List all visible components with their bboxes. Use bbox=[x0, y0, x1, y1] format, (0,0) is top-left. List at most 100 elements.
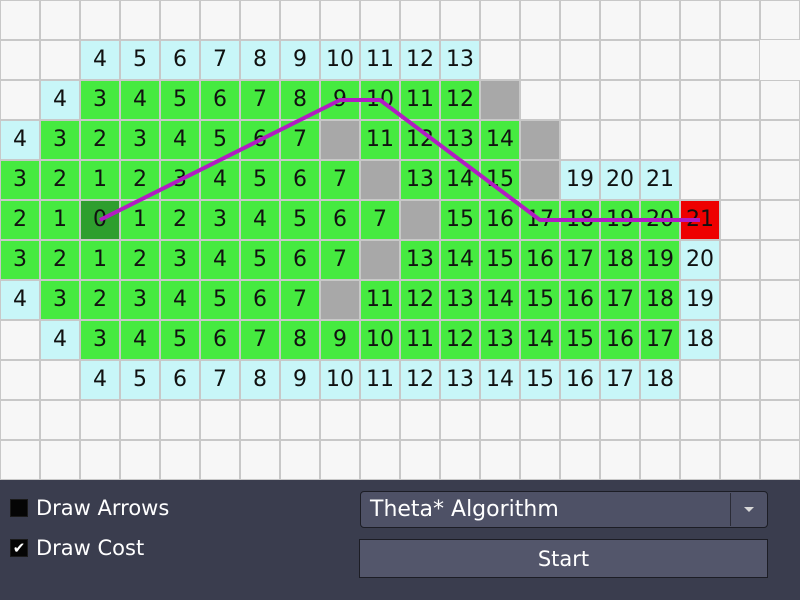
visited-cell[interactable]: 3 bbox=[120, 120, 160, 160]
empty-cell[interactable] bbox=[560, 0, 600, 40]
visited-cell[interactable]: 14 bbox=[520, 320, 560, 360]
empty-cell[interactable] bbox=[0, 0, 40, 40]
visited-cell[interactable]: 2 bbox=[40, 240, 80, 280]
empty-cell[interactable] bbox=[760, 80, 800, 120]
empty-cell[interactable] bbox=[640, 440, 680, 480]
visited-cell[interactable]: 15 bbox=[480, 160, 520, 200]
frontier-cell[interactable]: 4 bbox=[40, 320, 80, 360]
frontier-cell[interactable]: 5 bbox=[120, 40, 160, 80]
start-button[interactable]: Start bbox=[359, 539, 768, 578]
empty-cell[interactable] bbox=[400, 400, 440, 440]
empty-cell[interactable] bbox=[760, 200, 800, 240]
visited-cell[interactable]: 11 bbox=[400, 80, 440, 120]
visited-cell[interactable]: 11 bbox=[360, 280, 400, 320]
wall-cell[interactable] bbox=[320, 280, 360, 320]
visited-cell[interactable]: 11 bbox=[360, 120, 400, 160]
start-cell[interactable]: 0 bbox=[80, 200, 120, 240]
visited-cell[interactable]: 12 bbox=[400, 280, 440, 320]
frontier-cell[interactable]: 15 bbox=[520, 360, 560, 400]
empty-cell[interactable] bbox=[400, 440, 440, 480]
empty-cell[interactable] bbox=[720, 40, 760, 80]
visited-cell[interactable]: 1 bbox=[80, 240, 120, 280]
visited-cell[interactable]: 2 bbox=[120, 160, 160, 200]
empty-cell[interactable] bbox=[280, 400, 320, 440]
empty-cell[interactable] bbox=[640, 80, 680, 120]
visited-cell[interactable]: 8 bbox=[280, 320, 320, 360]
visited-cell[interactable]: 3 bbox=[80, 320, 120, 360]
wall-cell[interactable] bbox=[520, 120, 560, 160]
empty-cell[interactable] bbox=[80, 440, 120, 480]
visited-cell[interactable]: 2 bbox=[120, 240, 160, 280]
empty-cell[interactable] bbox=[600, 120, 640, 160]
visited-cell[interactable]: 3 bbox=[120, 280, 160, 320]
visited-cell[interactable]: 11 bbox=[400, 320, 440, 360]
visited-cell[interactable]: 1 bbox=[40, 200, 80, 240]
visited-cell[interactable]: 9 bbox=[320, 320, 360, 360]
visited-cell[interactable]: 18 bbox=[560, 200, 600, 240]
draw-arrows-toggle[interactable]: Draw Arrows bbox=[10, 496, 169, 520]
visited-cell[interactable]: 1 bbox=[80, 160, 120, 200]
wall-cell[interactable] bbox=[520, 160, 560, 200]
visited-cell[interactable]: 14 bbox=[440, 240, 480, 280]
wall-cell[interactable] bbox=[360, 160, 400, 200]
visited-cell[interactable]: 4 bbox=[200, 240, 240, 280]
frontier-cell[interactable]: 9 bbox=[280, 40, 320, 80]
empty-cell[interactable] bbox=[480, 400, 520, 440]
empty-cell[interactable] bbox=[680, 160, 720, 200]
visited-cell[interactable]: 15 bbox=[480, 240, 520, 280]
empty-cell[interactable] bbox=[760, 320, 800, 360]
empty-cell[interactable] bbox=[520, 400, 560, 440]
frontier-cell[interactable]: 7 bbox=[200, 40, 240, 80]
empty-cell[interactable] bbox=[640, 0, 680, 40]
frontier-cell[interactable]: 19 bbox=[680, 280, 720, 320]
visited-cell[interactable]: 7 bbox=[240, 80, 280, 120]
empty-cell[interactable] bbox=[760, 0, 800, 40]
visited-cell[interactable]: 16 bbox=[480, 200, 520, 240]
visited-cell[interactable]: 6 bbox=[240, 280, 280, 320]
empty-cell[interactable] bbox=[640, 40, 680, 80]
visited-cell[interactable]: 16 bbox=[600, 320, 640, 360]
empty-cell[interactable] bbox=[360, 400, 400, 440]
frontier-cell[interactable]: 14 bbox=[480, 360, 520, 400]
empty-cell[interactable] bbox=[600, 40, 640, 80]
empty-cell[interactable] bbox=[720, 240, 760, 280]
frontier-cell[interactable]: 13 bbox=[440, 360, 480, 400]
draw-arrows-checkbox[interactable] bbox=[10, 499, 28, 517]
empty-cell[interactable] bbox=[40, 40, 80, 80]
frontier-cell[interactable]: 6 bbox=[160, 40, 200, 80]
visited-cell[interactable]: 5 bbox=[280, 200, 320, 240]
visited-cell[interactable]: 4 bbox=[200, 160, 240, 200]
empty-cell[interactable] bbox=[680, 360, 720, 400]
visited-cell[interactable]: 17 bbox=[640, 320, 680, 360]
empty-cell[interactable] bbox=[560, 40, 600, 80]
empty-cell[interactable] bbox=[280, 440, 320, 480]
empty-cell[interactable] bbox=[0, 400, 40, 440]
frontier-cell[interactable]: 21 bbox=[640, 160, 680, 200]
empty-cell[interactable] bbox=[680, 40, 720, 80]
empty-cell[interactable] bbox=[720, 80, 760, 120]
visited-cell[interactable]: 10 bbox=[360, 80, 400, 120]
visited-cell[interactable]: 5 bbox=[240, 240, 280, 280]
visited-cell[interactable]: 5 bbox=[200, 280, 240, 320]
empty-cell[interactable] bbox=[720, 360, 760, 400]
empty-cell[interactable] bbox=[560, 440, 600, 480]
visited-cell[interactable]: 6 bbox=[280, 160, 320, 200]
empty-cell[interactable] bbox=[720, 160, 760, 200]
empty-cell[interactable] bbox=[720, 0, 760, 40]
visited-cell[interactable]: 15 bbox=[440, 200, 480, 240]
empty-cell[interactable] bbox=[200, 440, 240, 480]
empty-cell[interactable] bbox=[520, 440, 560, 480]
empty-cell[interactable] bbox=[480, 40, 520, 80]
visited-cell[interactable]: 15 bbox=[520, 280, 560, 320]
visited-cell[interactable]: 8 bbox=[280, 80, 320, 120]
empty-cell[interactable] bbox=[520, 0, 560, 40]
frontier-cell[interactable]: 4 bbox=[80, 360, 120, 400]
frontier-cell[interactable]: 4 bbox=[0, 280, 40, 320]
visited-cell[interactable]: 10 bbox=[360, 320, 400, 360]
empty-cell[interactable] bbox=[680, 80, 720, 120]
wall-cell[interactable] bbox=[400, 200, 440, 240]
empty-cell[interactable] bbox=[680, 0, 720, 40]
visited-cell[interactable]: 2 bbox=[160, 200, 200, 240]
visited-cell[interactable]: 3 bbox=[40, 280, 80, 320]
empty-cell[interactable] bbox=[160, 440, 200, 480]
